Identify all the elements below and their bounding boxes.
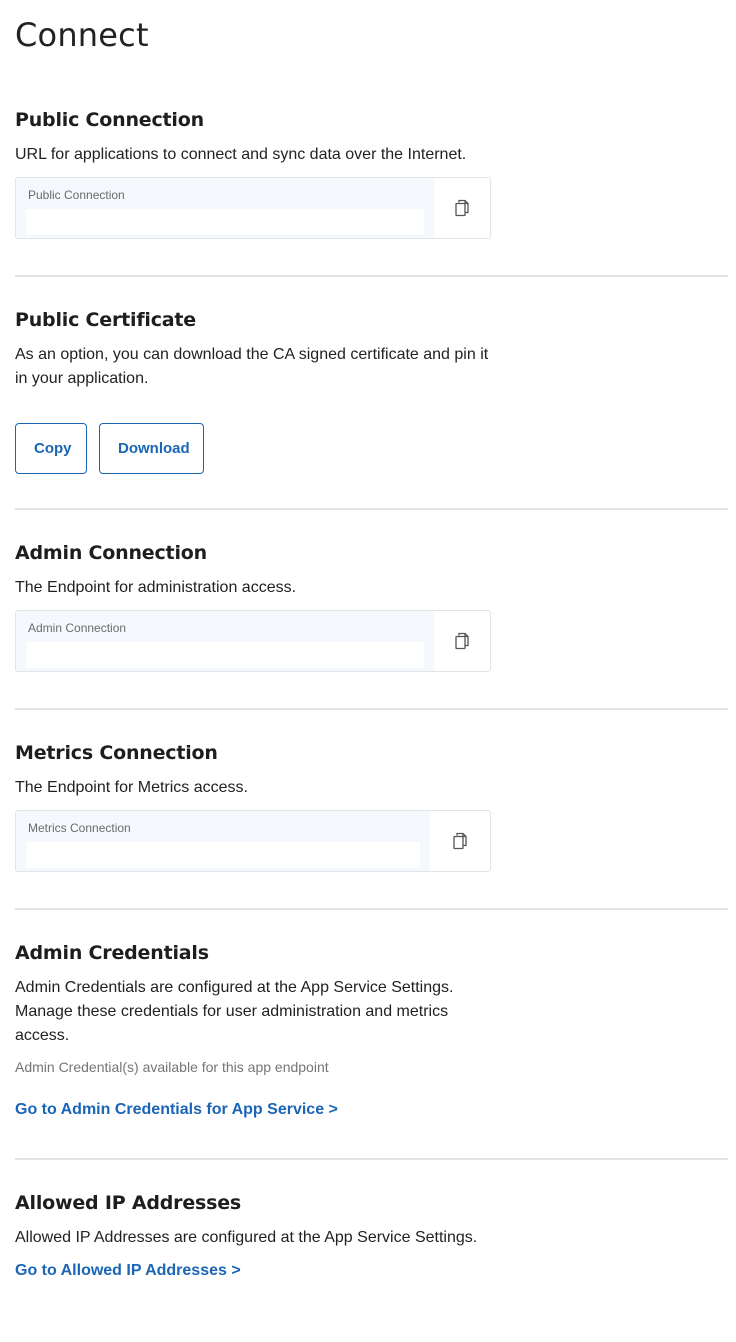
- metrics-connection-copy-button[interactable]: [430, 811, 490, 871]
- section-divider: [15, 1158, 728, 1160]
- metrics-connection-description: The Endpoint for Metrics access.: [15, 779, 248, 796]
- admin-connection-label: Admin Connection: [28, 621, 127, 635]
- allowed-ip-link[interactable]: Go to Allowed IP Addresses >: [15, 1262, 241, 1280]
- copy-icon: [453, 832, 467, 850]
- admin-connection-heading: Admin Connection: [15, 542, 207, 564]
- public-connection-field-main: Public Connection: [16, 178, 434, 238]
- public-certificate-description: As an option, you can download the CA si…: [15, 346, 489, 387]
- section-divider: [15, 275, 728, 277]
- metrics-connection-heading: Metrics Connection: [15, 742, 218, 764]
- public-connection-heading: Public Connection: [15, 109, 204, 131]
- admin-connection-field: Admin Connection: [15, 610, 491, 672]
- admin-connection-copy-button[interactable]: [434, 611, 490, 671]
- certificate-actions: Copy Download: [15, 423, 728, 474]
- public-connection-input[interactable]: [26, 209, 424, 235]
- metrics-connection-input[interactable]: [26, 842, 420, 868]
- public-connection-section: Public Connection URL for applications t…: [15, 108, 728, 239]
- public-connection-label: Public Connection: [28, 188, 125, 202]
- allowed-ip-section: Allowed IP Addresses Allowed IP Addresse…: [15, 1191, 728, 1280]
- metrics-connection-field: Metrics Connection: [15, 810, 491, 872]
- admin-connection-description: The Endpoint for administration access.: [15, 579, 297, 596]
- public-certificate-heading: Public Certificate: [15, 309, 196, 331]
- copy-certificate-button[interactable]: Copy: [15, 423, 87, 474]
- public-connection-field: Public Connection: [15, 177, 491, 239]
- metrics-connection-field-main: Metrics Connection: [16, 811, 430, 871]
- admin-connection-field-main: Admin Connection: [16, 611, 434, 671]
- section-divider: [15, 708, 728, 710]
- section-divider: [15, 908, 728, 910]
- metrics-connection-label: Metrics Connection: [28, 821, 131, 835]
- admin-credentials-section: Admin Credentials Admin Credentials are …: [15, 941, 728, 1119]
- public-certificate-section: Public Certificate As an option, you can…: [15, 308, 728, 474]
- admin-connection-section: Admin Connection The Endpoint for admini…: [15, 541, 728, 672]
- public-connection-description: URL for applications to connect and sync…: [15, 146, 467, 163]
- section-divider: [15, 508, 728, 510]
- allowed-ip-description: Allowed IP Addresses are configured at t…: [15, 1229, 478, 1246]
- copy-icon: [455, 632, 469, 650]
- copy-icon: [455, 199, 469, 217]
- admin-connection-input[interactable]: [26, 642, 424, 668]
- download-certificate-button[interactable]: Download: [99, 423, 204, 474]
- admin-credentials-link[interactable]: Go to Admin Credentials for App Service …: [15, 1101, 338, 1119]
- admin-credentials-note: Admin Credential(s) available for this a…: [15, 1059, 329, 1075]
- admin-credentials-heading: Admin Credentials: [15, 942, 209, 964]
- allowed-ip-heading: Allowed IP Addresses: [15, 1192, 242, 1214]
- admin-credentials-description: Admin Credentials are configured at the …: [15, 979, 454, 1044]
- metrics-connection-section: Metrics Connection The Endpoint for Metr…: [15, 741, 728, 872]
- page-title: Connect: [15, 16, 149, 54]
- public-connection-copy-button[interactable]: [434, 178, 490, 238]
